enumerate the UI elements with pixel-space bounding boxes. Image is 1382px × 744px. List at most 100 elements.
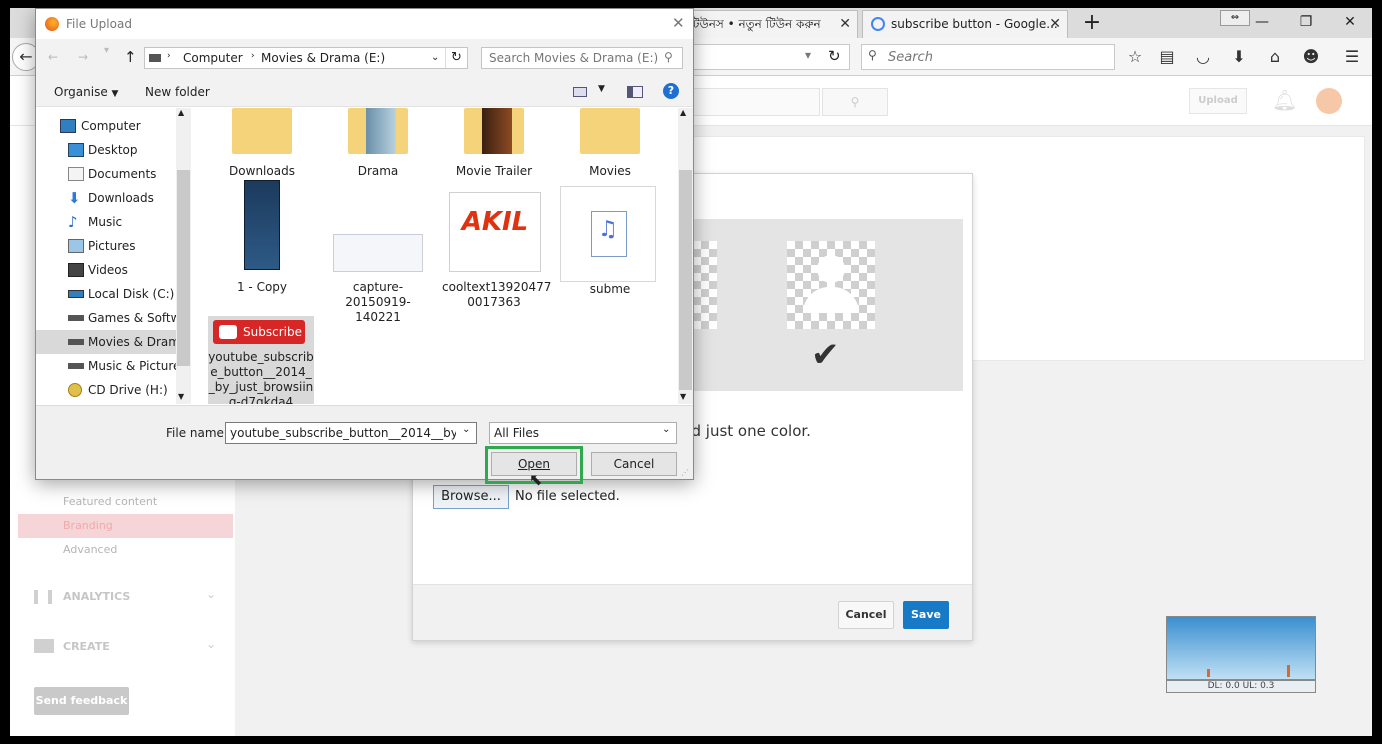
close-window-button[interactable]: ✕ bbox=[1330, 10, 1370, 34]
sidebar-analytics[interactable]: ANALYTICS bbox=[63, 585, 130, 609]
minimize-button[interactable]: — bbox=[1242, 10, 1282, 34]
breadcrumb[interactable]: › Computer › Movies & Drama (E:) ⌄ ↻ bbox=[144, 47, 468, 69]
back-arrow-icon[interactable]: ← bbox=[48, 50, 58, 64]
yt-search-icon[interactable]: ⚲ bbox=[822, 88, 888, 116]
drive-icon bbox=[68, 315, 84, 321]
browse-button[interactable]: Browse... bbox=[433, 485, 509, 509]
nav-item-computer[interactable]: Computer bbox=[36, 114, 190, 138]
organise-button[interactable]: Organise ▼ bbox=[54, 85, 118, 99]
dialog-close-button[interactable]: ✕ bbox=[672, 14, 685, 32]
breadcrumb-computer[interactable]: Computer bbox=[183, 51, 243, 65]
bookmark-star-icon[interactable]: ☆ bbox=[1124, 46, 1146, 68]
tab-tunes[interactable]: কটিউনস • নতুন টিউন করুন ✕ bbox=[672, 10, 858, 38]
home-icon[interactable]: ⌂ bbox=[1264, 46, 1286, 68]
file-item-subme[interactable]: ♫ subme bbox=[558, 180, 662, 296]
avatar[interactable] bbox=[1316, 88, 1342, 114]
url-bar[interactable]: ▾ ↻ bbox=[690, 44, 850, 70]
download-icon[interactable]: ⬇ bbox=[1228, 46, 1250, 68]
sidebar-item-branding[interactable]: Branding bbox=[18, 514, 233, 538]
reading-list-icon[interactable]: ▤ bbox=[1156, 46, 1178, 68]
scroll-thumb[interactable] bbox=[177, 170, 190, 366]
sidebar-item-featured[interactable]: Featured content bbox=[18, 490, 233, 514]
chevron-down-icon[interactable]: ⌄ bbox=[462, 424, 470, 435]
yt-search-field[interactable] bbox=[690, 88, 820, 116]
file-type-select[interactable]: All Files ⌄ bbox=[489, 422, 677, 444]
sidebar-create[interactable]: CREATE bbox=[63, 635, 110, 659]
pocket-icon[interactable]: ◡ bbox=[1192, 46, 1214, 68]
file-scrollbar[interactable]: ▲ ▼ bbox=[678, 108, 693, 404]
notification-bell-icon[interactable]: 🔔︎ bbox=[1272, 88, 1297, 112]
close-tab-icon[interactable]: ✕ bbox=[1049, 11, 1061, 37]
scroll-thumb[interactable] bbox=[679, 170, 692, 390]
new-folder-button[interactable]: New folder bbox=[145, 85, 210, 99]
new-tab-button[interactable]: + bbox=[1080, 10, 1104, 36]
akil-text: AKIL bbox=[461, 207, 529, 237]
file-label: youtube_subscribe_button__2014__by_just_… bbox=[208, 350, 314, 404]
view-options-icon[interactable] bbox=[573, 87, 587, 97]
close-tab-icon[interactable]: ✕ bbox=[839, 11, 851, 37]
scroll-up-icon[interactable]: ▲ bbox=[178, 108, 184, 117]
chevron-down-icon[interactable]: ⌄ bbox=[662, 424, 670, 435]
note-icon: ♫ bbox=[598, 217, 618, 242]
navigation-pane: Computer Desktop Documents ⬇ Downloads ♪… bbox=[36, 108, 190, 404]
nav-label: Downloads bbox=[88, 191, 154, 205]
chat-icon[interactable]: ☻ bbox=[1300, 46, 1322, 68]
file-item-cooltext[interactable]: AKIL cooltext13920477 0017363 bbox=[442, 180, 551, 309]
chevron-down-icon[interactable]: ⌄ bbox=[431, 52, 439, 63]
phone-screenshot-thumbnail bbox=[244, 180, 280, 270]
folder-icon bbox=[232, 108, 292, 154]
nav-item-music-pictures[interactable]: Music & Picture bbox=[36, 354, 190, 378]
restore-button[interactable]: ❐ bbox=[1286, 10, 1326, 34]
file-upload-dialog: File Upload ✕ ← → ▾ ↑ › Computer › Movie… bbox=[35, 8, 694, 489]
nav-item-local-disk[interactable]: Local Disk (C:) bbox=[36, 282, 190, 306]
view-dropdown-icon[interactable]: ▼ bbox=[598, 84, 605, 94]
file-item-youtube-subscribe[interactable]: Subscribe youtube_subscribe_button__2014… bbox=[208, 316, 314, 404]
file-item-1-copy[interactable]: 1 - Copy bbox=[210, 180, 314, 294]
dialog-search-input[interactable]: Search Movies & Drama (E:) ⚲ bbox=[481, 47, 683, 69]
dialog-cancel-button[interactable]: Cancel bbox=[591, 452, 677, 476]
sidebar-item-advanced[interactable]: Advanced bbox=[18, 538, 233, 562]
chevron-down-icon[interactable]: ⌄ bbox=[206, 587, 216, 601]
modal-save-button[interactable]: Save bbox=[903, 601, 949, 629]
recent-dropdown-icon[interactable]: ▾ bbox=[104, 45, 109, 56]
nav-item-downloads[interactable]: ⬇ Downloads bbox=[36, 186, 190, 210]
nav-scrollbar[interactable]: ▲ ▼ bbox=[176, 108, 191, 404]
reload-icon[interactable]: ↻ bbox=[828, 47, 841, 65]
dropdown-icon[interactable]: ▾ bbox=[805, 48, 811, 62]
upload-button[interactable]: Upload bbox=[1189, 88, 1247, 114]
send-feedback-button[interactable]: Send feedback bbox=[34, 687, 129, 715]
nav-label: Computer bbox=[81, 119, 141, 133]
firefox-icon bbox=[45, 17, 59, 31]
drive-icon bbox=[68, 363, 84, 369]
refresh-icon[interactable]: ↻ bbox=[445, 48, 467, 68]
nav-item-documents[interactable]: Documents bbox=[36, 162, 190, 186]
up-folder-icon[interactable]: ↑ bbox=[124, 48, 137, 66]
chevron-down-icon[interactable]: ⌄ bbox=[206, 637, 216, 651]
breadcrumb-drive[interactable]: Movies & Drama (E:) bbox=[261, 51, 385, 65]
nav-item-games[interactable]: Games & Softwe bbox=[36, 306, 190, 330]
search-box[interactable]: ⚲ Search bbox=[861, 44, 1115, 70]
nav-item-pictures[interactable]: Pictures bbox=[36, 234, 190, 258]
scroll-down-icon[interactable]: ▼ bbox=[680, 392, 686, 401]
resize-grip-icon[interactable]: ⋰ bbox=[681, 468, 689, 477]
desktop-icon bbox=[68, 143, 84, 157]
scroll-up-icon[interactable]: ▲ bbox=[680, 108, 686, 117]
nav-item-desktop[interactable]: Desktop bbox=[36, 138, 190, 162]
help-icon[interactable]: ? bbox=[663, 83, 679, 99]
dialog-address-row: ← → ▾ ↑ › Computer › Movies & Drama (E:)… bbox=[36, 39, 693, 77]
scroll-down-icon[interactable]: ▼ bbox=[178, 392, 184, 401]
file-name-input[interactable]: youtube_subscribe_button__2014__by_just_… bbox=[225, 422, 477, 444]
modal-cancel-button[interactable]: Cancel bbox=[838, 601, 894, 629]
disk-icon bbox=[68, 290, 84, 298]
nav-item-music[interactable]: ♪ Music bbox=[36, 210, 190, 234]
nav-item-cd-drive[interactable]: CD Drive (H:) bbox=[36, 378, 190, 402]
person-body-icon bbox=[803, 287, 859, 313]
nav-item-movies-drama[interactable]: Movies & Drama bbox=[36, 330, 190, 354]
menu-icon[interactable]: ☰ bbox=[1341, 46, 1363, 68]
nav-item-videos[interactable]: Videos bbox=[36, 258, 190, 282]
file-item-capture[interactable]: capture-20150919-140221 bbox=[326, 180, 430, 324]
tab-google-search[interactable]: subscribe button - Google... ✕ bbox=[862, 10, 1068, 38]
search-icon: ⚲ bbox=[868, 48, 877, 62]
forward-arrow-icon[interactable]: → bbox=[78, 50, 88, 64]
preview-pane-icon[interactable] bbox=[627, 86, 643, 98]
